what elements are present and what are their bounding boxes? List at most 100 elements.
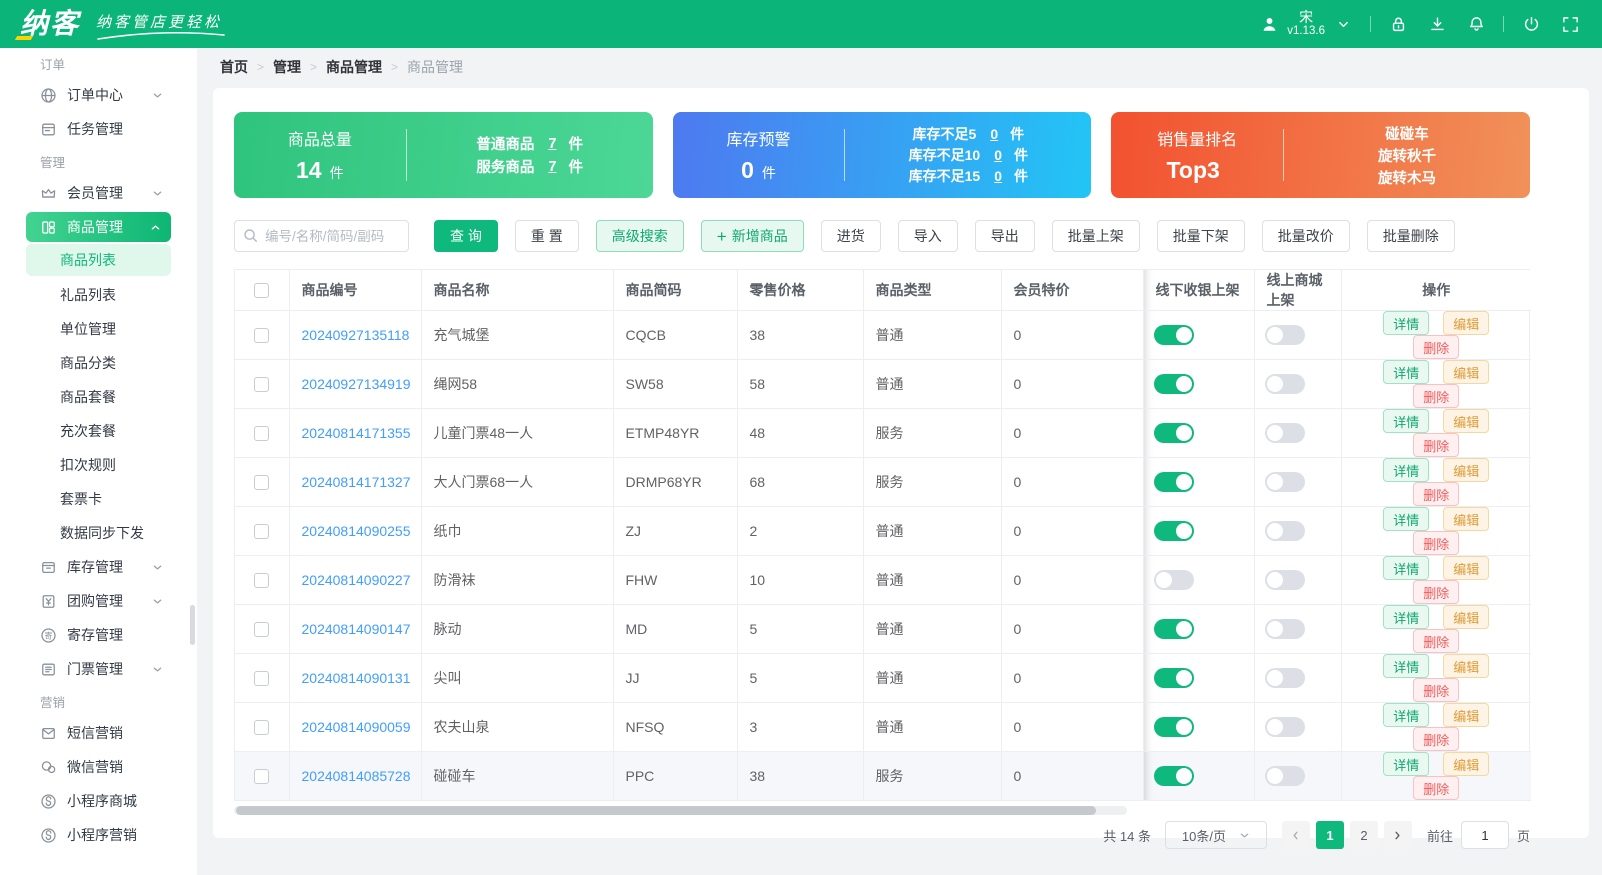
delete-button[interactable]: 删除 xyxy=(1413,727,1460,751)
product-id-link[interactable]: 20240814171327 xyxy=(302,474,411,490)
select-all-checkbox[interactable] xyxy=(254,283,270,299)
delete-button[interactable]: 删除 xyxy=(1413,580,1460,604)
detail-button[interactable]: 详情 xyxy=(1383,605,1430,629)
lock-icon[interactable] xyxy=(1386,12,1410,36)
online-toggle[interactable] xyxy=(1264,668,1305,688)
sidebar-item-order-center[interactable]: 订单中心 xyxy=(0,78,197,112)
user-menu[interactable]: 宋 v1.13.6 xyxy=(1257,9,1355,38)
download-icon[interactable] xyxy=(1425,12,1449,36)
next-page-button[interactable] xyxy=(1383,821,1412,849)
delete-button[interactable]: 删除 xyxy=(1413,384,1460,408)
product-id-link[interactable]: 20240927135118 xyxy=(302,327,410,343)
detail-button[interactable]: 详情 xyxy=(1383,409,1430,433)
offline-toggle[interactable] xyxy=(1153,374,1194,394)
purchase-button[interactable]: 进货 xyxy=(820,220,881,252)
fullscreen-icon[interactable] xyxy=(1558,12,1582,36)
query-button[interactable]: 查 询 xyxy=(434,220,498,252)
import-button[interactable]: 导入 xyxy=(897,220,958,252)
offline-toggle[interactable] xyxy=(1153,325,1194,345)
sidebar-item-deposit-management[interactable]: 寄 寄存管理 xyxy=(0,618,197,652)
row-checkbox[interactable] xyxy=(254,769,270,785)
sidebar-subitem-goods-package[interactable]: 商品套餐 xyxy=(0,380,197,414)
row-checkbox[interactable] xyxy=(254,524,270,540)
edit-button[interactable]: 编辑 xyxy=(1443,409,1490,433)
product-id-link[interactable]: 20240814090255 xyxy=(302,523,411,539)
batch-on-shelf-button[interactable]: 批量上架 xyxy=(1051,220,1140,252)
sidebar-item-stock-management[interactable]: 库存管理 xyxy=(0,550,197,584)
breadcrumb-item[interactable]: 管理 xyxy=(273,57,301,77)
sidebar-subitem-data-sync[interactable]: 数据同步下发 xyxy=(0,516,197,550)
delete-button[interactable]: 删除 xyxy=(1413,678,1460,702)
page-button-1[interactable]: 1 xyxy=(1315,821,1344,849)
offline-toggle[interactable] xyxy=(1153,423,1194,443)
page-size-select[interactable]: 10条/页 xyxy=(1164,821,1267,849)
goto-page-input[interactable] xyxy=(1460,821,1509,849)
sidebar-item-sms-marketing[interactable]: 短信营销 xyxy=(0,716,197,750)
stat-line-value[interactable]: 0 xyxy=(994,147,1002,163)
sidebar-subitem-ticket-card[interactable]: 套票卡 xyxy=(0,482,197,516)
sidebar-item-ticket-management[interactable]: 门票管理 xyxy=(0,652,197,686)
delete-button[interactable]: 删除 xyxy=(1413,335,1460,359)
offline-toggle[interactable] xyxy=(1153,472,1194,492)
breadcrumb-item[interactable]: 首页 xyxy=(220,57,248,77)
online-toggle[interactable] xyxy=(1264,472,1305,492)
detail-button[interactable]: 详情 xyxy=(1383,458,1430,482)
detail-button[interactable]: 详情 xyxy=(1383,654,1430,678)
batch-off-shelf-button[interactable]: 批量下架 xyxy=(1156,220,1245,252)
online-toggle[interactable] xyxy=(1264,766,1305,786)
detail-button[interactable]: 详情 xyxy=(1383,752,1430,776)
advanced-search-button[interactable]: 高级搜索 xyxy=(595,220,684,252)
edit-button[interactable]: 编辑 xyxy=(1443,605,1490,629)
row-checkbox[interactable] xyxy=(254,377,270,393)
sidebar-subitem-unit-management[interactable]: 单位管理 xyxy=(0,312,197,346)
row-checkbox[interactable] xyxy=(254,720,270,736)
delete-button[interactable]: 删除 xyxy=(1413,776,1460,800)
edit-button[interactable]: 编辑 xyxy=(1443,654,1490,678)
online-toggle[interactable] xyxy=(1264,521,1305,541)
detail-button[interactable]: 详情 xyxy=(1383,507,1430,531)
delete-button[interactable]: 删除 xyxy=(1413,433,1460,457)
sidebar-item-groupbuy-management[interactable]: 团购管理 xyxy=(0,584,197,618)
reset-button[interactable]: 重 置 xyxy=(514,220,579,252)
row-checkbox[interactable] xyxy=(254,426,270,442)
edit-button[interactable]: 编辑 xyxy=(1443,507,1490,531)
stat-line-value[interactable]: 0 xyxy=(994,168,1002,184)
add-product-button[interactable]: + 新增商品 xyxy=(700,220,804,252)
online-toggle[interactable] xyxy=(1264,717,1305,737)
scrollbar-thumb[interactable] xyxy=(236,806,1096,815)
detail-button[interactable]: 详情 xyxy=(1383,360,1430,384)
batch-delete-button[interactable]: 批量删除 xyxy=(1366,220,1455,252)
bell-icon[interactable] xyxy=(1464,12,1488,36)
offline-toggle[interactable] xyxy=(1153,766,1194,786)
sidebar-subitem-recharge-package[interactable]: 充次套餐 xyxy=(0,414,197,448)
prev-page-button[interactable] xyxy=(1281,821,1310,849)
delete-button[interactable]: 删除 xyxy=(1413,482,1460,506)
detail-button[interactable]: 详情 xyxy=(1383,703,1430,727)
offline-toggle[interactable] xyxy=(1153,521,1194,541)
stat-line-value[interactable]: 0 xyxy=(990,126,998,142)
sidebar-item-miniapp-marketing[interactable]: 小程序营销 xyxy=(0,818,197,852)
detail-button[interactable]: 详情 xyxy=(1383,311,1430,335)
online-toggle[interactable] xyxy=(1264,570,1305,590)
edit-button[interactable]: 编辑 xyxy=(1443,311,1490,335)
online-toggle[interactable] xyxy=(1264,374,1305,394)
row-checkbox[interactable] xyxy=(254,573,270,589)
sidebar-item-wechat-marketing[interactable]: 微信营销 xyxy=(0,750,197,784)
offline-toggle[interactable] xyxy=(1153,668,1194,688)
sidebar-item-task-management[interactable]: 任务管理 xyxy=(0,112,197,146)
edit-button[interactable]: 编辑 xyxy=(1443,556,1490,580)
detail-button[interactable]: 详情 xyxy=(1383,556,1430,580)
delete-button[interactable]: 删除 xyxy=(1413,629,1460,653)
product-id-link[interactable]: 20240814085728 xyxy=(302,768,411,784)
batch-change-price-button[interactable]: 批量改价 xyxy=(1261,220,1350,252)
product-id-link[interactable]: 20240814090147 xyxy=(302,621,411,637)
stat-line-value[interactable]: 7 xyxy=(548,136,556,152)
online-toggle[interactable] xyxy=(1264,423,1305,443)
product-id-link[interactable]: 20240814090059 xyxy=(302,719,411,735)
offline-toggle[interactable] xyxy=(1153,619,1194,639)
row-checkbox[interactable] xyxy=(254,328,270,344)
online-toggle[interactable] xyxy=(1264,325,1305,345)
edit-button[interactable]: 编辑 xyxy=(1443,752,1490,776)
page-button-2[interactable]: 2 xyxy=(1349,821,1378,849)
sidebar-item-goods-management[interactable]: 商品管理 xyxy=(26,212,171,242)
